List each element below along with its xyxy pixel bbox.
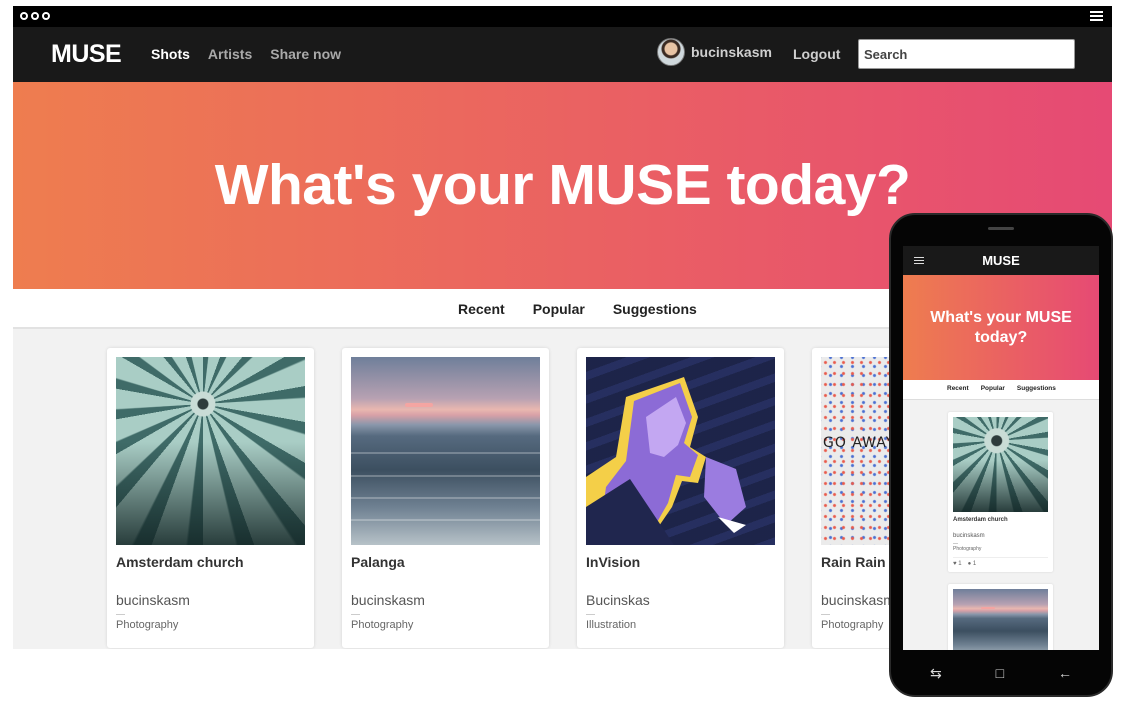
card-author[interactable]: bucinskasm	[351, 592, 540, 608]
card-stats: ♥ 1 ● 1	[953, 557, 1048, 567]
shot-card[interactable]: Palanga bucinskasm Photography	[342, 348, 549, 648]
back-icon[interactable]: ←	[1058, 665, 1072, 681]
card-title[interactable]: Amsterdam church	[116, 554, 305, 572]
phone-screen: MUSE What's your MUSE today? Recent Popu…	[903, 246, 1099, 650]
tab-popular[interactable]: Popular	[533, 301, 585, 317]
user-profile[interactable]: bucinskasm	[657, 38, 772, 66]
card-author[interactable]: Bucinskas	[586, 592, 775, 608]
shots-grid: Amsterdam church bucinskasm Photography …	[107, 348, 1019, 648]
card-category: Illustration	[586, 619, 637, 631]
divider	[116, 614, 125, 615]
mobile-shot-card[interactable]	[948, 584, 1053, 650]
nav-item-artists[interactable]: Artists	[208, 46, 252, 62]
main-nav: Shots Artists Share now	[151, 46, 341, 62]
mobile-navbar: MUSE	[903, 246, 1099, 275]
sea-sunset-image[interactable]	[351, 357, 540, 545]
card-category: Photography	[116, 619, 179, 631]
home-icon[interactable]: □	[996, 665, 1004, 681]
tab-suggestions[interactable]: Suggestions	[613, 301, 697, 317]
card-title[interactable]: InVision	[586, 554, 775, 572]
mobile-brand-logo[interactable]: MUSE	[903, 253, 1099, 268]
nav-item-shots[interactable]: Shots	[151, 46, 190, 62]
nav-item-share-now[interactable]: Share now	[270, 46, 341, 62]
brand-logo[interactable]: MUSE	[51, 40, 122, 69]
window-controls[interactable]	[20, 12, 50, 20]
mobile-card-title[interactable]: Amsterdam church	[953, 517, 1048, 523]
comment-icon[interactable]: ●	[968, 561, 972, 567]
card-author[interactable]: bucinskasm	[116, 592, 305, 608]
mobile-card-category: Photography	[953, 546, 982, 552]
mobile-shot-card[interactable]: Amsterdam church bucinskasm Photography …	[948, 412, 1053, 572]
church-dome-image[interactable]	[953, 417, 1048, 512]
card-category: Photography	[351, 619, 414, 631]
shot-card[interactable]: Amsterdam church bucinskasm Photography	[107, 348, 314, 648]
top-navbar: MUSE Shots Artists Share now bucinskasm …	[13, 27, 1112, 82]
mobile-feed-tabs: Recent Popular Suggestions	[903, 380, 1099, 400]
tab-recent[interactable]: Recent	[458, 301, 505, 317]
logout-link[interactable]: Logout	[793, 46, 840, 62]
church-dome-image[interactable]	[116, 357, 305, 545]
like-count[interactable]: ♥ 1	[953, 561, 962, 567]
mobile-hero-headline: What's your MUSE today?	[930, 309, 1072, 346]
mobile-tab-suggestions[interactable]: Suggestions	[1017, 385, 1056, 392]
mobile-hero-banner: What's your MUSE today?	[903, 275, 1099, 380]
portrait-illustration-image[interactable]	[586, 357, 775, 545]
comment-count[interactable]: ● 1	[968, 561, 977, 567]
window-titlebar	[13, 6, 1112, 27]
avatar[interactable]	[657, 38, 685, 66]
phone-device: MUSE What's your MUSE today? Recent Popu…	[889, 213, 1113, 697]
username[interactable]: bucinskasm	[691, 44, 772, 60]
phone-speaker	[988, 227, 1014, 230]
recent-apps-icon[interactable]: ⇆	[930, 665, 942, 682]
mobile-tab-popular[interactable]: Popular	[981, 385, 1005, 392]
card-title[interactable]: Palanga	[351, 554, 540, 572]
divider	[821, 614, 830, 615]
mobile-tab-recent[interactable]: Recent	[947, 385, 969, 392]
heart-icon[interactable]: ♥	[953, 561, 957, 567]
shot-card[interactable]: InVision Bucinskas Illustration	[577, 348, 784, 648]
hamburger-menu-icon[interactable]	[1090, 11, 1103, 21]
hero-headline: What's your MUSE today?	[214, 153, 911, 217]
phone-nav-bar: ⇆ □ ←	[903, 652, 1099, 694]
search-input[interactable]	[858, 39, 1075, 69]
divider	[586, 614, 595, 615]
mobile-card-author[interactable]: bucinskasm	[953, 533, 1048, 539]
divider	[953, 543, 958, 544]
sea-sunset-image[interactable]	[953, 589, 1048, 650]
divider	[351, 614, 360, 615]
